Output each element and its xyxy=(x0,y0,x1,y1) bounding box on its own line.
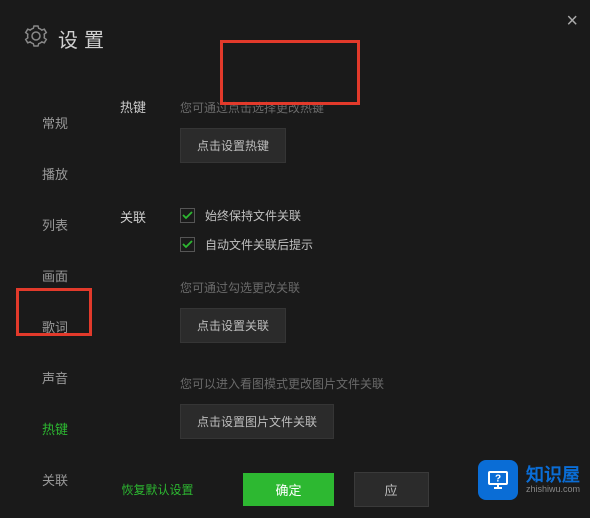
dialog-body: 常规 播放 列表 画面 歌词 声音 热键 关联 热键 您可通过点击选择更改热键 … xyxy=(0,83,590,503)
image-assoc-hint: 您可以进入看图模式更改图片文件关联 xyxy=(180,375,570,392)
sidebar: 常规 播放 列表 画面 歌词 声音 热键 关联 xyxy=(0,83,110,503)
ok-button[interactable]: 确定 xyxy=(243,473,333,506)
chk-label-keep-association: 始终保持文件关联 xyxy=(205,207,301,224)
checkbox-keep-association[interactable] xyxy=(180,208,195,223)
section-association: 关联 始终保持文件关联 自动文件关联后提示 xyxy=(110,207,570,457)
chk-label-auto-notify: 自动文件关联后提示 xyxy=(205,236,313,253)
monitor-icon: ? xyxy=(478,460,518,500)
section-title-hotkey: 热键 xyxy=(110,97,180,181)
content-panel: 热键 您可通过点击选择更改热键 点击设置热键 关联 始终保持文件关联 xyxy=(110,83,590,503)
sidebar-item-hotkey[interactable]: 热键 xyxy=(27,403,83,454)
sidebar-item-display[interactable]: 画面 xyxy=(27,250,83,301)
gear-icon xyxy=(24,24,48,53)
watermark-domain: zhishiwu.com xyxy=(526,484,580,494)
section-title-association: 关联 xyxy=(110,207,180,457)
sidebar-item-general[interactable]: 常规 xyxy=(27,97,83,148)
hotkey-hint: 您可通过点击选择更改热键 xyxy=(180,99,570,116)
set-association-button[interactable]: 点击设置关联 xyxy=(180,308,286,343)
watermark-logo: ? 知识屋 zhishiwu.com xyxy=(478,460,580,500)
close-icon[interactable]: × xyxy=(566,10,578,33)
apply-button[interactable]: 应 xyxy=(354,472,429,507)
restore-defaults-link[interactable]: 恢复默认设置 xyxy=(121,481,193,498)
sidebar-item-lyrics[interactable]: 歌词 xyxy=(27,301,83,352)
assoc-hint: 您可通过勾选更改关联 xyxy=(180,279,570,296)
sidebar-item-list[interactable]: 列表 xyxy=(27,199,83,250)
chk-row-auto-notify: 自动文件关联后提示 xyxy=(180,236,570,253)
settings-dialog: × 设置 常规 播放 列表 画面 歌词 声音 热键 关联 热键 您可通过点击选择… xyxy=(0,0,590,518)
sidebar-item-sound[interactable]: 声音 xyxy=(27,352,83,403)
sidebar-item-playback[interactable]: 播放 xyxy=(27,148,83,199)
watermark-name: 知识屋 xyxy=(526,466,580,484)
dialog-title: 设置 xyxy=(58,24,110,53)
svg-text:?: ? xyxy=(495,474,501,485)
watermark-text: 知识屋 zhishiwu.com xyxy=(526,466,580,494)
chk-row-keep-association: 始终保持文件关联 xyxy=(180,207,570,224)
set-hotkey-button[interactable]: 点击设置热键 xyxy=(180,128,286,163)
checkbox-auto-notify[interactable] xyxy=(180,237,195,252)
dialog-header: 设置 xyxy=(0,0,590,83)
set-image-association-button[interactable]: 点击设置图片文件关联 xyxy=(180,404,334,439)
section-hotkey: 热键 您可通过点击选择更改热键 点击设置热键 xyxy=(110,97,570,181)
